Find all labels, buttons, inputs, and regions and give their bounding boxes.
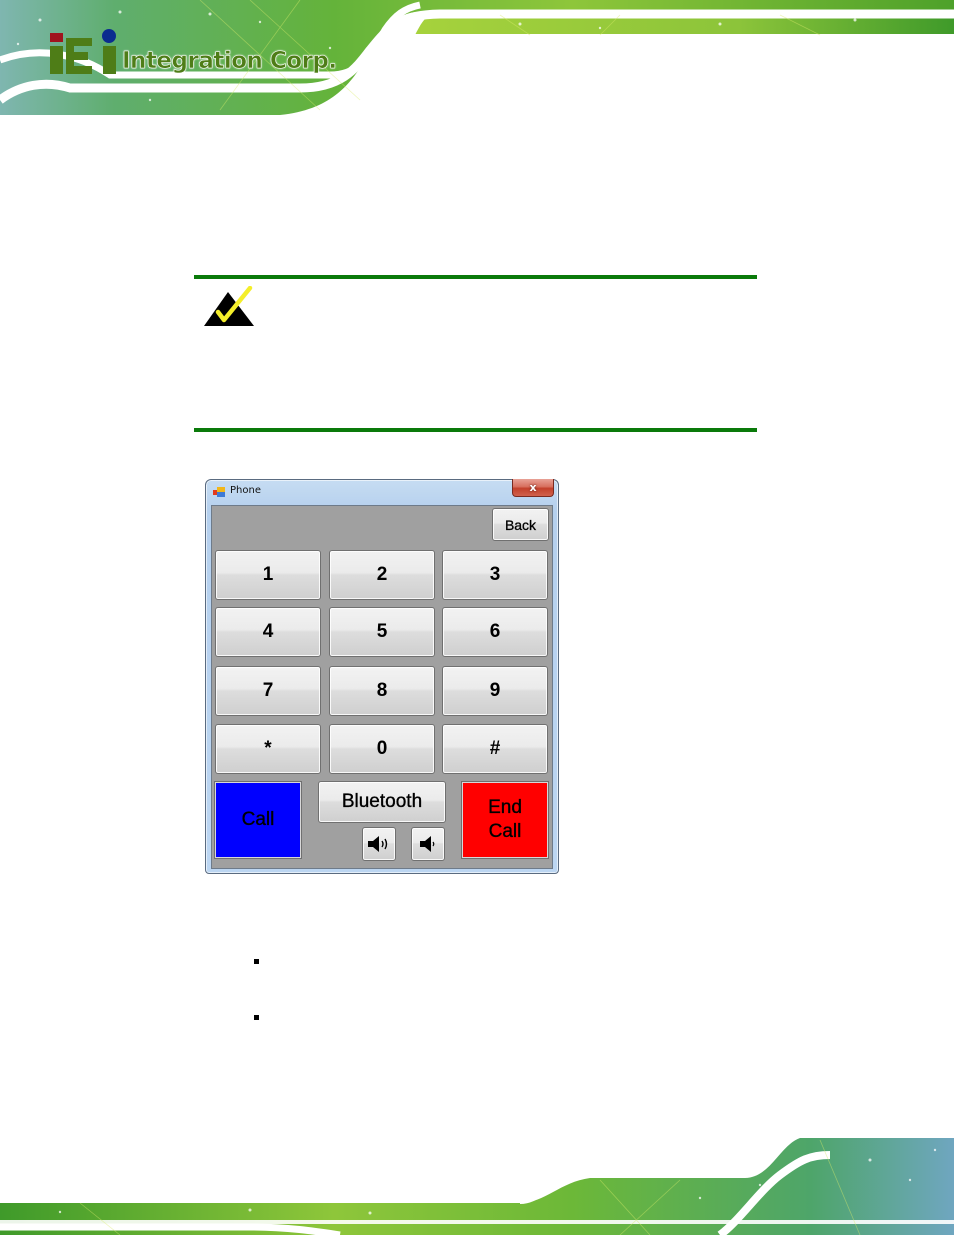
key-star-button[interactable]: * xyxy=(215,724,321,774)
logo-letter-i-dot xyxy=(102,29,116,74)
call-button[interactable]: Call xyxy=(214,781,302,859)
header-banner: Integration Corp. xyxy=(0,0,954,115)
key-5-button[interactable]: 5 xyxy=(329,607,435,657)
key-3-button[interactable]: 3 xyxy=(442,550,548,600)
window-titlebar[interactable]: Phone x xyxy=(206,479,558,505)
speaker-quiet-icon xyxy=(420,836,435,852)
logo-letter-e xyxy=(66,38,100,74)
key-6-button[interactable]: 6 xyxy=(442,607,548,657)
footer-banner xyxy=(0,1120,954,1235)
logo-mark xyxy=(50,28,116,74)
back-button[interactable]: Back xyxy=(492,508,549,541)
phone-client-area: Back 1 2 3 4 5 6 7 8 9 * 0 # Call Blueto… xyxy=(211,505,553,869)
note-top-rule xyxy=(194,275,757,279)
note-bottom-rule xyxy=(194,428,757,432)
bullet-marker xyxy=(254,1015,259,1020)
key-0-button[interactable]: 0 xyxy=(329,724,435,774)
app-icon xyxy=(213,487,225,497)
bullet-marker xyxy=(254,959,259,964)
note-check-icon xyxy=(204,286,254,326)
logo-letter-i xyxy=(50,33,63,74)
key-2-button[interactable]: 2 xyxy=(329,550,435,600)
company-logo: Integration Corp. xyxy=(50,28,337,74)
key-8-button[interactable]: 8 xyxy=(329,666,435,716)
key-7-button[interactable]: 7 xyxy=(215,666,321,716)
end-call-button[interactable]: End Call xyxy=(461,781,549,859)
volume-up-button[interactable] xyxy=(362,827,396,861)
key-4-button[interactable]: 4 xyxy=(215,607,321,657)
close-button[interactable]: x xyxy=(512,479,554,497)
phone-window: Phone x Back 1 2 3 4 5 6 7 8 9 * 0 # Cal… xyxy=(205,479,559,874)
key-1-button[interactable]: 1 xyxy=(215,550,321,600)
key-9-button[interactable]: 9 xyxy=(442,666,548,716)
brand-name: Integration Corp. xyxy=(122,48,338,75)
key-hash-button[interactable]: # xyxy=(442,724,548,774)
bluetooth-button[interactable]: Bluetooth xyxy=(318,781,446,823)
window-title: Phone xyxy=(230,485,261,496)
close-icon: x xyxy=(529,481,537,494)
footer-background xyxy=(0,1138,954,1235)
speaker-loud-icon xyxy=(368,836,388,852)
volume-down-button[interactable] xyxy=(411,827,445,861)
